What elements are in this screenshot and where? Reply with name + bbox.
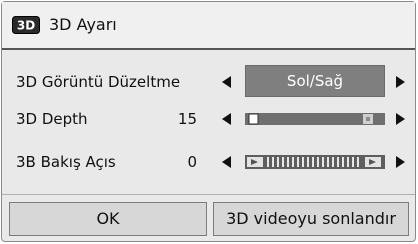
- viewing-angle-left-marker-icon: [247, 157, 263, 167]
- 3d-badge-icon: 3D: [12, 16, 40, 34]
- ok-button[interactable]: OK: [9, 202, 207, 236]
- 3d-settings-dialog: 3D 3D Ayarı 3D Görüntü Düzeltme Sol/Sağ …: [1, 1, 416, 242]
- image-correction-label: 3D Görüntü Düzeltme: [16, 73, 181, 91]
- viewing-angle-slider[interactable]: [245, 155, 385, 169]
- image-correction-select[interactable]: Sol/Sağ: [245, 65, 385, 97]
- dialog-title: 3D Ayarı: [49, 15, 117, 34]
- viewing-angle-left-arrow-icon[interactable]: [219, 154, 235, 170]
- row-3d-depth: 3D Depth 15: [2, 102, 415, 136]
- image-correction-right-arrow-icon[interactable]: [392, 74, 408, 90]
- viewing-angle-right-marker-icon: [365, 157, 381, 167]
- depth-left-arrow-icon[interactable]: [219, 111, 235, 127]
- row-3d-viewing-angle: 3B Bakış Açıs 0: [2, 145, 415, 179]
- depth-slider-handle: [248, 113, 259, 125]
- row-3d-image-correction: 3D Görüntü Düzeltme Sol/Sağ: [2, 65, 415, 99]
- button-divider: [2, 194, 415, 195]
- depth-label: 3D Depth: [16, 110, 88, 128]
- dialog-title-bar: 3D 3D Ayarı: [2, 2, 415, 50]
- viewing-angle-label: 3B Bakış Açıs: [16, 153, 116, 171]
- viewing-angle-value: 0: [187, 153, 197, 171]
- viewing-angle-right-arrow-icon[interactable]: [392, 154, 408, 170]
- image-correction-left-arrow-icon[interactable]: [219, 74, 235, 90]
- depth-value: 15: [177, 110, 197, 128]
- end-3d-video-button[interactable]: 3D videoyu sonlandır: [213, 202, 409, 236]
- svg-text:3D: 3D: [17, 19, 35, 33]
- depth-slider[interactable]: [245, 113, 385, 125]
- depth-right-arrow-icon[interactable]: [392, 111, 408, 127]
